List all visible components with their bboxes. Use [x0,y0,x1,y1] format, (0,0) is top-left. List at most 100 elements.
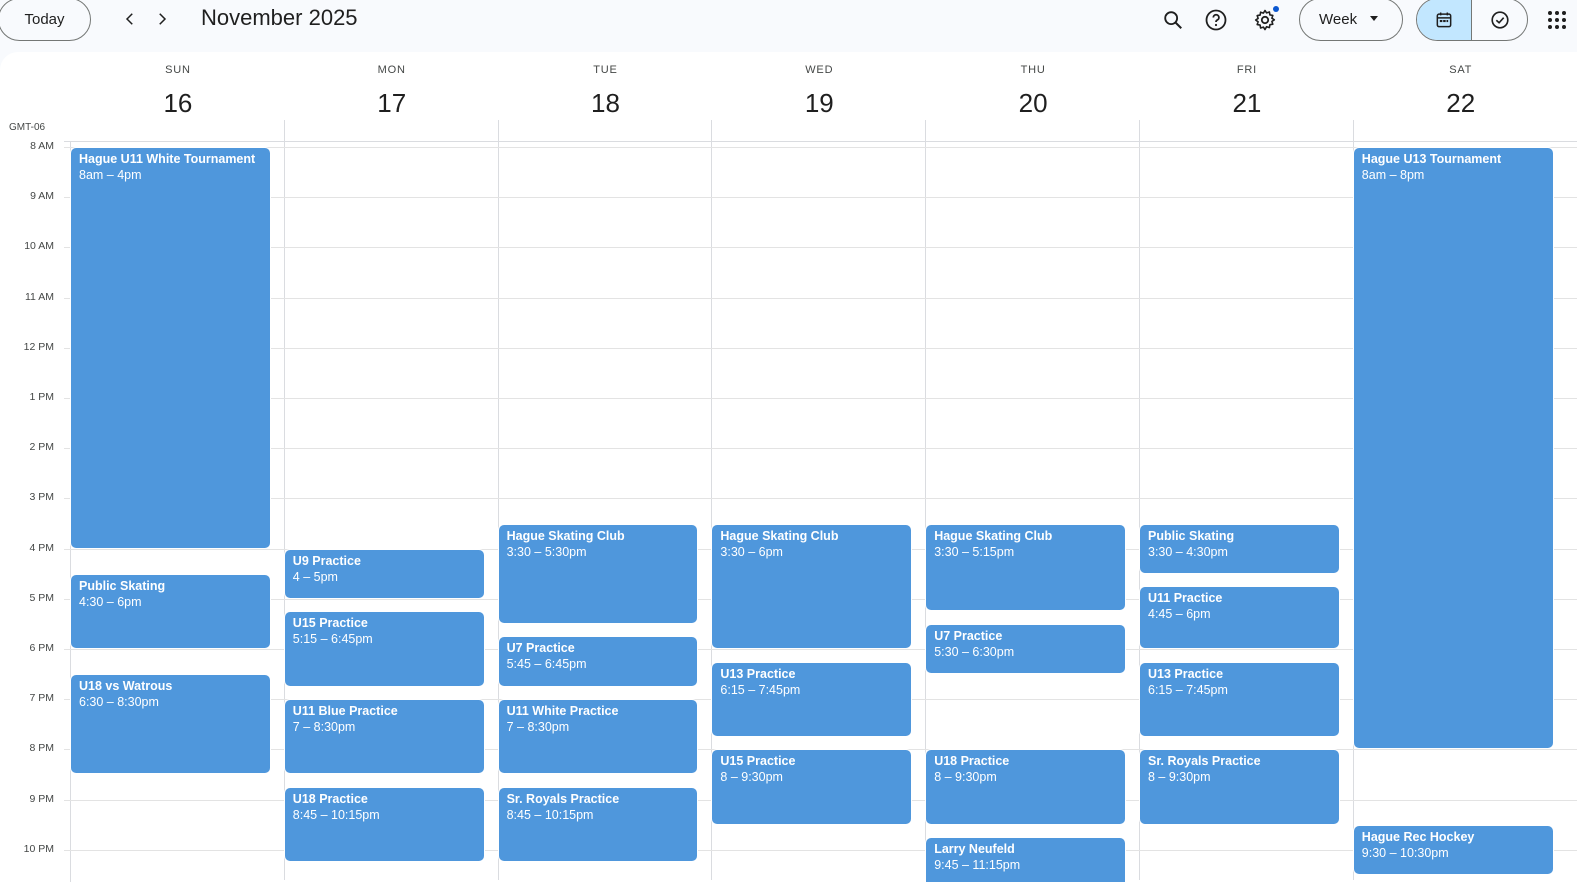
hour-label: 11 AM [25,290,54,303]
calendar-event[interactable]: Sr. Royals Practice 8:45 – 10:15pm [498,788,698,862]
day-header-wed[interactable]: WED 19 [712,52,926,142]
day-number[interactable]: 22 [1354,88,1568,119]
event-title: Larry Neufeld [934,842,1015,857]
event-title: U13 Practice [1148,666,1224,681]
event-title: U15 Practice [720,754,796,769]
calendar-event[interactable]: U11 Practice 4:45 – 6pm [1140,587,1339,648]
day-header-thu[interactable]: THU 20 [926,52,1140,142]
event-title: Hague U11 White Tournament [79,152,256,166]
event-time: 8am – 8pm [1361,168,1425,182]
event-time: 6:15 – 7:45pm [720,682,801,697]
hour-label: 5 PM [29,591,54,604]
day-header-mon[interactable]: MON 17 [285,52,499,142]
day-number[interactable]: 18 [499,88,713,119]
calendar-event[interactable]: Public Skating 3:30 – 4:30pm [1140,524,1339,573]
event-title: Public Skating [79,578,166,593]
calendar-event[interactable]: U7 Practice 5:45 – 6:45pm [498,637,698,686]
event-time: 3:30 – 5:15pm [934,544,1015,559]
event-title: U18 Practice [934,754,1010,769]
help-button[interactable] [1199,3,1233,37]
today-button[interactable]: Today [0,0,91,41]
day-header-sat[interactable]: SAT 22 [1354,52,1568,142]
hour-gridline [64,448,1577,450]
calendar-event[interactable]: U18 vs Watrous 6:30 – 8:30pm [71,675,270,774]
event-title: Public Skating [1148,528,1235,543]
calendar-event[interactable]: Hague Skating Club 3:30 – 6pm [712,524,912,648]
hour-gridline [64,347,1577,349]
hour-label: 1 PM [29,391,54,403]
calendar-event[interactable]: Hague U13 Tournament 8am – 8pm [1353,148,1553,749]
event-title: U7 Practice [506,641,575,656]
event-time: 8 – 9:30pm [720,770,783,785]
day-name: THU [1020,64,1046,76]
apps-grid-icon [1548,11,1566,29]
calendar-event[interactable]: Hague U11 White Tournament 8am – 4pm [71,148,270,548]
day-number[interactable]: 21 [1140,88,1354,119]
calendar-event[interactable]: U18 Practice 8 – 9:30pm [926,750,1125,824]
calendar-event[interactable]: Public Skating 4:30 – 6pm [71,574,270,648]
event-time: 5:45 – 6:45pm [506,657,587,672]
calendar-event[interactable]: Hague Rec Hockey 9:30 – 10:30pm [1353,825,1553,874]
hour-gridline [64,498,1577,500]
event-time: 7 – 8:30pm [506,720,570,735]
event-title: Sr. Royals Practice [1148,754,1261,769]
calendar-event[interactable]: U18 Practice 8:45 – 10:15pm [284,788,484,862]
event-title: U7 Practice [934,628,1003,643]
day-header-fri[interactable]: FRI 21 [1140,52,1354,142]
calendar-event[interactable]: U13 Practice 6:15 – 7:45pm [712,662,912,736]
event-time: 9:30 – 10:30pm [1361,845,1449,860]
tasks-view-button[interactable] [1472,0,1527,40]
event-time: 8:45 – 10:15pm [506,808,594,823]
event-time: 4:45 – 6pm [1148,607,1211,622]
event-title: Hague Skating Club [720,528,839,543]
day-number[interactable]: 16 [71,88,285,119]
event-title: Hague Skating Club [506,528,625,543]
event-time: 5:15 – 6:45pm [292,632,373,647]
calendar-event[interactable]: U15 Practice 5:15 – 6:45pm [284,612,484,686]
calendar-event[interactable]: U11 Blue Practice 7 – 8:30pm [284,700,484,774]
calendar-event[interactable]: U15 Practice 8 – 9:30pm [712,750,912,824]
hour-label: 8 AM [30,140,54,152]
next-week-button[interactable] [147,4,177,34]
day-number[interactable]: 20 [926,88,1140,119]
day-number[interactable]: 19 [712,88,926,119]
event-title: U18 vs Watrous [79,679,173,694]
apps-grid-button[interactable] [1545,8,1569,32]
help-icon [1205,9,1227,31]
event-title: U11 Practice [1148,591,1223,606]
tasks-check-icon [1490,10,1509,29]
calendar-view-button[interactable] [1417,0,1473,40]
day-number[interactable]: 17 [285,88,499,119]
hour-gridline [64,297,1577,299]
calendar-event[interactable]: U13 Practice 6:15 – 7:45pm [1140,662,1339,736]
settings-button[interactable] [1248,3,1282,37]
hour-label: 6 PM [29,642,54,654]
event-time: 8:45 – 10:15pm [292,808,380,823]
hour-label: 7 PM [29,692,54,705]
event-time: 9:45 – 11:15pm [934,858,1021,873]
event-title: U18 Practice [292,792,368,807]
event-time: 6:30 – 8:30pm [79,695,159,710]
calendar-event[interactable]: Hague Skating Club 3:30 – 5:30pm [498,524,698,623]
hour-label: 8 PM [29,742,54,755]
event-title: U13 Practice [720,666,796,681]
previous-week-button[interactable] [115,4,145,34]
event-title: U11 Blue Practice [292,704,398,719]
calendar-event[interactable]: U7 Practice 5:30 – 6:30pm [926,624,1125,674]
event-time: 3:30 – 4:30pm [1148,544,1228,559]
calendar-app: Today November 2025 Week GMT-06 SUN 16 M… [0,0,1577,882]
calendar-event[interactable]: Hague Skating Club 3:30 – 5:15pm [926,524,1125,611]
calendar-event[interactable]: U9 Practice 4 – 5pm [284,549,484,598]
view-selector[interactable]: Week [1299,0,1403,41]
calendar-event[interactable]: Sr. Royals Practice 8 – 9:30pm [1140,750,1339,824]
calendar-icon [1436,12,1452,27]
day-name: MON [377,64,406,76]
hour-label: 4 PM [29,541,54,554]
search-button[interactable] [1156,3,1190,37]
calendar-event[interactable]: Larry Neufeld 9:45 – 11:15pm [926,838,1125,882]
day-header-tue[interactable]: TUE 18 [499,52,713,142]
hour-gridline [64,147,1577,148]
dropdown-caret-icon [1370,16,1378,21]
day-header-sun[interactable]: SUN 16 [71,52,285,142]
calendar-event[interactable]: U11 White Practice 7 – 8:30pm [498,700,698,774]
